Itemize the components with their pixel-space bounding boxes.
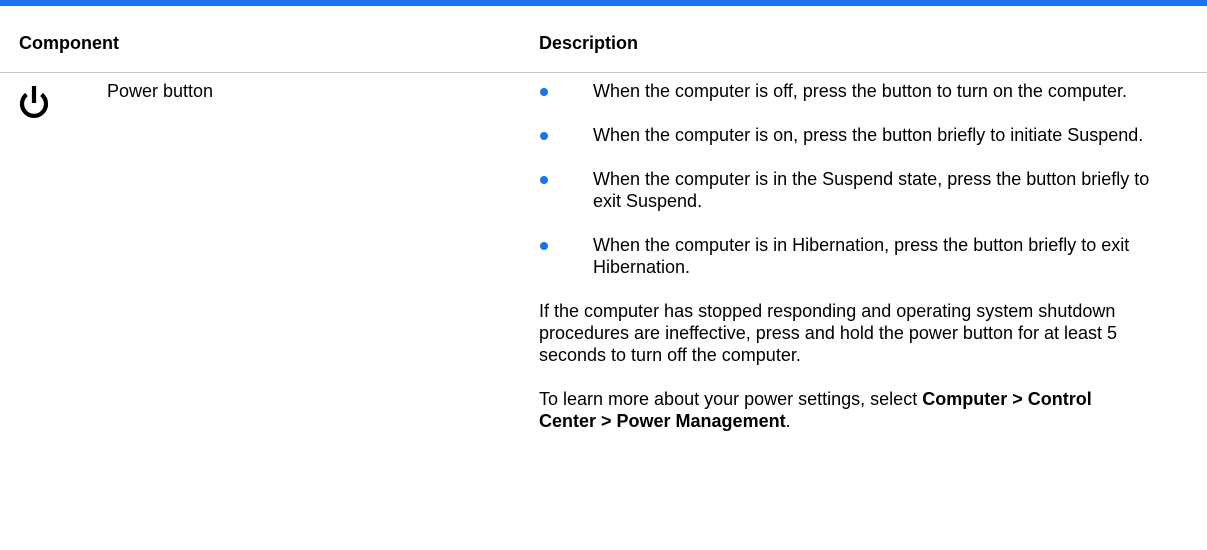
list-item: When the computer is in Hibernation, pre… (539, 234, 1189, 278)
description-cell: When the computer is off, press the butt… (539, 80, 1189, 454)
column-header-description: Description (539, 33, 639, 53)
list-item: When the computer is on, press the butto… (539, 124, 1189, 146)
component-name: Power button (107, 81, 214, 101)
force-shutdown-note: If the computer has stopped responding a… (539, 301, 1118, 365)
bullet-text: When the computer is on, press the butto… (593, 125, 1144, 145)
column-header-component: Component (19, 33, 119, 53)
description-bullets: When the computer is off, press the butt… (539, 80, 1189, 278)
settings-prefix: To learn more about your power settings,… (539, 389, 923, 409)
bullet-text: When the computer is in Hibernation, pre… (593, 235, 1130, 277)
list-item: When the computer is in the Suspend stat… (539, 168, 1189, 212)
list-item: When the computer is off, press the butt… (539, 80, 1189, 102)
table-header-row: Component Description (0, 6, 1207, 73)
bullet-icon (540, 242, 548, 250)
bullet-icon (540, 176, 548, 184)
bullet-text: When the computer is in the Suspend stat… (593, 169, 1150, 211)
bullet-icon (540, 88, 548, 96)
settings-suffix: . (785, 411, 791, 431)
bullet-icon (540, 132, 548, 140)
power-icon (16, 84, 52, 122)
bullet-text: When the computer is off, press the butt… (593, 81, 1127, 101)
power-settings-note: To learn more about your power settings,… (539, 388, 1149, 432)
